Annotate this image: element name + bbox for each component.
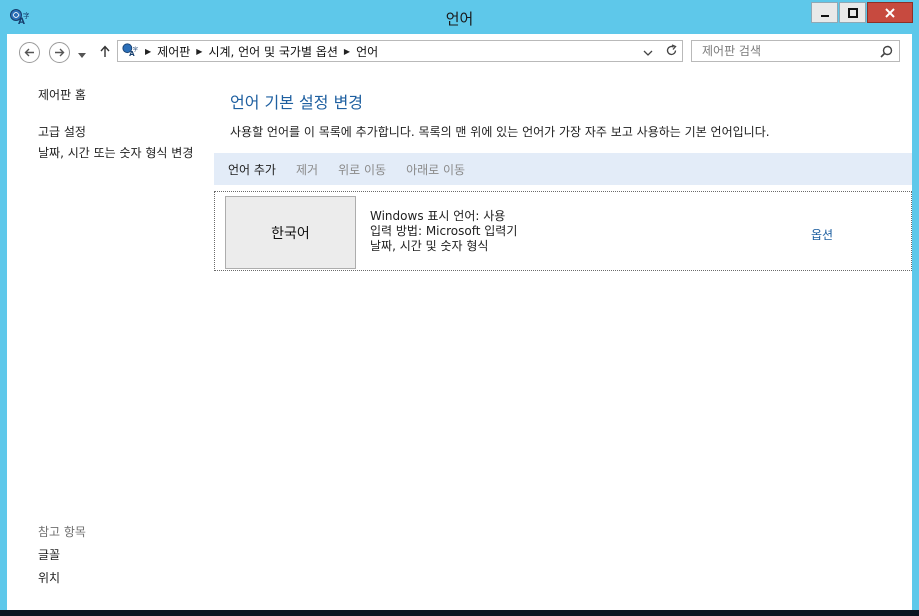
- refresh-icon: [666, 44, 677, 56]
- chevron-down-icon: [78, 53, 86, 58]
- title-bar[interactable]: A 字 언어: [0, 0, 919, 34]
- arrow-right-icon: [55, 48, 65, 57]
- date-time-number-format-link[interactable]: 날짜, 시간 또는 숫자 형식 변경: [38, 146, 203, 161]
- breadcrumb-separator-icon[interactable]: ▶: [344, 47, 350, 56]
- control-panel-home-link[interactable]: 제어판 홈: [38, 86, 86, 103]
- language-tile[interactable]: 한국어: [225, 196, 356, 269]
- breadcrumb-language[interactable]: 언어: [356, 43, 378, 60]
- forward-button[interactable]: [49, 42, 70, 63]
- desktop-background: [0, 610, 919, 616]
- fonts-link[interactable]: 글꼴: [38, 546, 60, 563]
- window-controls: [810, 2, 913, 24]
- window-title: 언어: [445, 10, 474, 28]
- navigation-bar: A 字 ▶ 제어판 ▶ 시계, 언어 및 국가별 옵션 ▶ 언어: [7, 34, 912, 70]
- minimize-icon: [820, 14, 829, 17]
- recent-pages-button[interactable]: [78, 47, 86, 61]
- up-button[interactable]: [99, 45, 111, 61]
- window-frame: A 字 언어 A 字 ▶ 제어판 ▶ 시계, 언어 및 국가별 옵션 ▶ 언어 …: [0, 0, 919, 610]
- breadcrumb-clock-language-region[interactable]: 시계, 언어 및 국가별 옵션: [208, 43, 337, 60]
- address-actions: [643, 44, 678, 60]
- search-icon[interactable]: [880, 45, 893, 61]
- maximize-button[interactable]: [839, 2, 866, 23]
- address-history-button[interactable]: [643, 45, 653, 59]
- close-icon: [885, 7, 895, 18]
- language-details: Windows 표시 언어: 사용 입력 방법: Microsoft 입력기 날…: [370, 209, 517, 254]
- language-options-link[interactable]: 옵션: [811, 226, 833, 243]
- back-button[interactable]: [19, 42, 40, 63]
- address-location-icon: A 字: [121, 42, 139, 61]
- move-down-button[interactable]: 아래로 이동: [406, 161, 465, 178]
- see-also-heading: 참고 항목: [38, 525, 86, 539]
- search-box: [691, 40, 900, 62]
- remove-button[interactable]: 제거: [296, 161, 318, 178]
- display-language-status: Windows 표시 언어: 사용: [370, 209, 506, 223]
- language-list-item[interactable]: 한국어 Windows 표시 언어: 사용 입력 방법: Microsoft 입…: [214, 191, 912, 271]
- add-language-button[interactable]: 언어 추가: [228, 161, 276, 178]
- svg-text:字: 字: [133, 44, 138, 52]
- arrow-left-icon: [24, 48, 34, 57]
- input-method-status: 입력 방법: Microsoft 입력기: [370, 224, 518, 238]
- client-area: A 字 ▶ 제어판 ▶ 시계, 언어 및 국가별 옵션 ▶ 언어 제어판 검색 …: [7, 34, 912, 610]
- minimize-button[interactable]: [811, 2, 838, 23]
- command-bar: 언어 추가 제거 위로 이동 아래로 이동: [214, 153, 912, 185]
- refresh-button[interactable]: [665, 44, 678, 60]
- advanced-settings-link[interactable]: 고급 설정: [38, 123, 86, 140]
- format-status: 날짜, 시간 및 숫자 형식: [370, 239, 489, 253]
- page-description: 사용할 언어를 이 목록에 추가합니다. 목록의 맨 위에 있는 언어가 가장 …: [230, 125, 770, 139]
- move-up-button[interactable]: 위로 이동: [338, 161, 386, 178]
- location-link[interactable]: 위치: [38, 569, 60, 586]
- address-bar[interactable]: A 字 ▶ 제어판 ▶ 시계, 언어 및 국가별 옵션 ▶ 언어: [117, 40, 683, 62]
- arrow-up-icon: [100, 45, 110, 57]
- page-title: 언어 기본 설정 변경: [230, 93, 364, 112]
- close-button[interactable]: [867, 2, 913, 23]
- breadcrumb-control-panel[interactable]: 제어판: [157, 43, 190, 60]
- search-input[interactable]: [692, 41, 872, 61]
- chevron-down-icon: [643, 50, 653, 56]
- breadcrumb-separator-icon[interactable]: ▶: [196, 47, 202, 56]
- maximize-icon: [847, 7, 858, 18]
- breadcrumb-separator-icon[interactable]: ▶: [145, 47, 151, 56]
